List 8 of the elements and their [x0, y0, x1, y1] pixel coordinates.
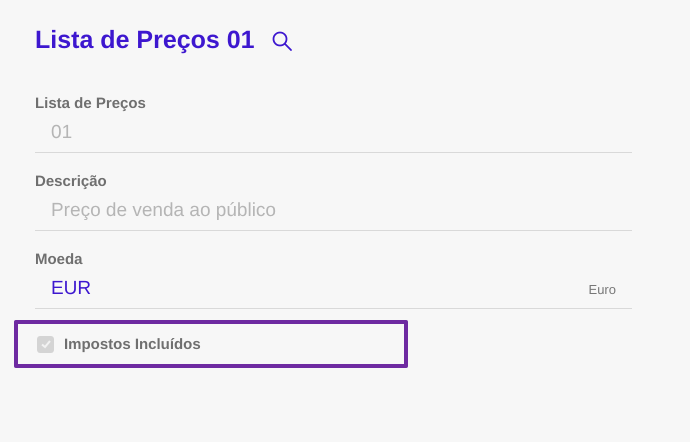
- input-field[interactable]: EUR Euro: [35, 270, 632, 309]
- check-icon: [40, 338, 52, 350]
- search-icon[interactable]: [270, 30, 293, 52]
- page-title: Lista de Preços 01: [35, 26, 255, 55]
- field-label: Moeda: [35, 251, 84, 268]
- field-label: Descrição: [35, 173, 108, 190]
- checkbox-label: Impostos Incluídos: [64, 336, 201, 352]
- field-label: Lista de Preços: [35, 95, 147, 112]
